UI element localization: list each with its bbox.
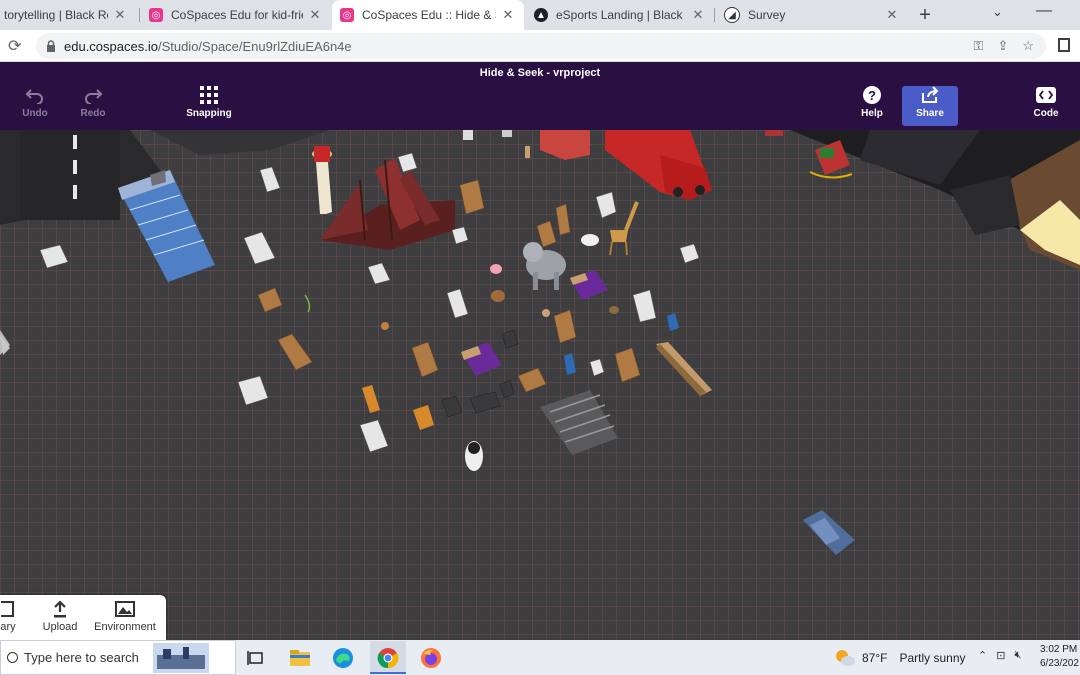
share-icon bbox=[922, 86, 939, 103]
close-tab-icon[interactable]: ✕ bbox=[884, 7, 900, 23]
weather-condition: Partly sunny bbox=[899, 651, 966, 665]
undo-button[interactable]: Undo bbox=[5, 84, 65, 119]
firefox-browser-icon[interactable] bbox=[419, 646, 443, 670]
side-panel-icon[interactable] bbox=[1058, 38, 1070, 52]
redo-button[interactable]: Redo bbox=[63, 84, 123, 119]
elephant[interactable] bbox=[523, 242, 566, 290]
url-omnibox[interactable]: edu.cospaces.io/Studio/Space/Enu9rlZdiuE… bbox=[36, 33, 1046, 59]
reload-icon[interactable]: ⟳ bbox=[8, 36, 21, 56]
undo-icon bbox=[25, 89, 43, 104]
system-clock[interactable]: 3:02 PM 6/23/202 bbox=[1040, 643, 1079, 671]
upload-icon bbox=[54, 600, 66, 618]
chrome-browser-icon[interactable] bbox=[376, 646, 400, 670]
environment-icon bbox=[115, 601, 135, 617]
scene-canvas[interactable] bbox=[0, 130, 1080, 640]
volume-muted-icon[interactable]: 🔇︎ bbox=[1014, 649, 1021, 662]
search-placeholder: Type here to search bbox=[24, 650, 139, 665]
browser-tab-cospaces-edu[interactable]: ◎ CoSpaces Edu for kid-friendly ✕ bbox=[141, 0, 331, 30]
svg-text:?: ? bbox=[868, 88, 876, 103]
lock-icon bbox=[47, 40, 55, 52]
library-panel: ary Upload Environment bbox=[0, 595, 166, 640]
library-button[interactable]: ary bbox=[0, 599, 20, 633]
tab-title: Survey bbox=[748, 8, 786, 22]
tab-title: CoSpaces Edu :: Hide & Seek bbox=[362, 8, 496, 22]
help-icon: ? bbox=[863, 86, 881, 104]
file-explorer-icon[interactable] bbox=[288, 646, 312, 670]
fire-truck[interactable] bbox=[605, 130, 712, 200]
train-tracks[interactable] bbox=[540, 390, 618, 455]
search-highlight-image bbox=[152, 642, 209, 673]
search-icon bbox=[7, 652, 18, 663]
snapping-button[interactable]: Snapping bbox=[179, 84, 239, 119]
cospaces-favicon-icon: ◎ bbox=[340, 8, 354, 22]
key-icon[interactable]: ⚿ bbox=[974, 38, 984, 54]
code-button[interactable]: Code bbox=[1016, 84, 1076, 119]
close-tab-icon[interactable]: ✕ bbox=[307, 7, 323, 23]
browser-tab-esports[interactable]: ▲ eSports Landing | Black Rocke ✕ bbox=[526, 0, 714, 30]
close-tab-icon[interactable]: ✕ bbox=[690, 7, 706, 23]
grid-icon bbox=[200, 86, 218, 104]
help-button[interactable]: ? Help bbox=[842, 84, 902, 119]
lighthouse[interactable] bbox=[312, 146, 332, 214]
tab-title: torytelling | Black Rocket bbox=[4, 8, 108, 22]
new-tab-button[interactable]: + bbox=[914, 3, 936, 27]
clock-time: 3:02 PM bbox=[1040, 644, 1078, 655]
redo-icon bbox=[85, 89, 103, 104]
tab-title: CoSpaces Edu for kid-friendly bbox=[171, 8, 303, 22]
close-tab-icon[interactable]: ✕ bbox=[500, 7, 516, 23]
share-button[interactable]: Share bbox=[900, 84, 960, 119]
address-bar: ⟳ edu.cospaces.io/Studio/Space/Enu9rlZdi… bbox=[0, 30, 1080, 62]
taskbar-search-box[interactable]: Type here to search bbox=[0, 640, 236, 675]
cospaces-favicon-icon: ◎ bbox=[149, 8, 163, 22]
red-building[interactable] bbox=[540, 130, 590, 160]
edge-browser-icon[interactable] bbox=[331, 646, 355, 670]
temperature: 87°F bbox=[862, 651, 888, 665]
weather-widget[interactable]: 87°F Partly sunny bbox=[834, 648, 966, 668]
browser-tab-strip: torytelling | Black Rocket ✕ ◎ CoSpaces … bbox=[0, 0, 1080, 30]
close-tab-icon[interactable]: ✕ bbox=[112, 7, 128, 23]
office-building[interactable] bbox=[118, 170, 215, 282]
task-view-icon[interactable] bbox=[244, 646, 268, 670]
clock-date: 6/23/202 bbox=[1040, 658, 1079, 669]
cospaces-toolbar: Hide & Seek - vrproject Undo Redo Snappi… bbox=[0, 62, 1080, 130]
partly-sunny-icon bbox=[836, 650, 855, 666]
upload-button[interactable]: Upload bbox=[36, 599, 84, 633]
library-icon bbox=[1, 601, 14, 617]
url-text: edu.cospaces.io/Studio/Space/Enu9rlZdiuE… bbox=[64, 38, 352, 54]
network-icon[interactable]: ⊡ bbox=[996, 649, 1005, 662]
windows-taskbar: Type here to search 87°F Partly sunny ⌃ … bbox=[0, 640, 1080, 675]
code-icon bbox=[1036, 87, 1056, 103]
browser-tab-storytelling[interactable]: torytelling | Black Rocket ✕ bbox=[0, 0, 136, 30]
pirate-ship[interactable] bbox=[320, 158, 455, 250]
rowboat[interactable] bbox=[656, 342, 712, 396]
tab-search-chevron-icon[interactable]: ⌄ bbox=[992, 4, 1003, 20]
project-title: Hide & Seek - vrproject bbox=[479, 67, 601, 79]
browser-tab-hide-and-seek[interactable]: ◎ CoSpaces Edu :: Hide & Seek ✕ bbox=[332, 0, 524, 30]
minimize-icon[interactable]: — bbox=[1036, 2, 1052, 20]
snake[interactable] bbox=[304, 294, 311, 313]
tray-chevron-up-icon[interactable]: ⌃ bbox=[978, 649, 987, 662]
survey-favicon-icon: ◢ bbox=[724, 7, 740, 23]
share-page-icon[interactable]: ⇪ bbox=[997, 38, 1008, 54]
system-tray: ⌃ ⊡ 🔇︎ bbox=[978, 649, 1021, 662]
environment-button[interactable]: Environment bbox=[88, 599, 162, 633]
bookmark-star-icon[interactable]: ☆ bbox=[1022, 38, 1034, 54]
road-lane-markings bbox=[73, 135, 77, 199]
black-rocket-favicon-icon: ▲ bbox=[534, 8, 548, 22]
tab-title: eSports Landing | Black Rocke bbox=[556, 8, 686, 22]
blue-object[interactable] bbox=[803, 510, 855, 555]
browser-tab-survey[interactable]: ◢ Survey ✕ bbox=[716, 0, 908, 30]
scene-viewport[interactable] bbox=[0, 130, 1080, 640]
